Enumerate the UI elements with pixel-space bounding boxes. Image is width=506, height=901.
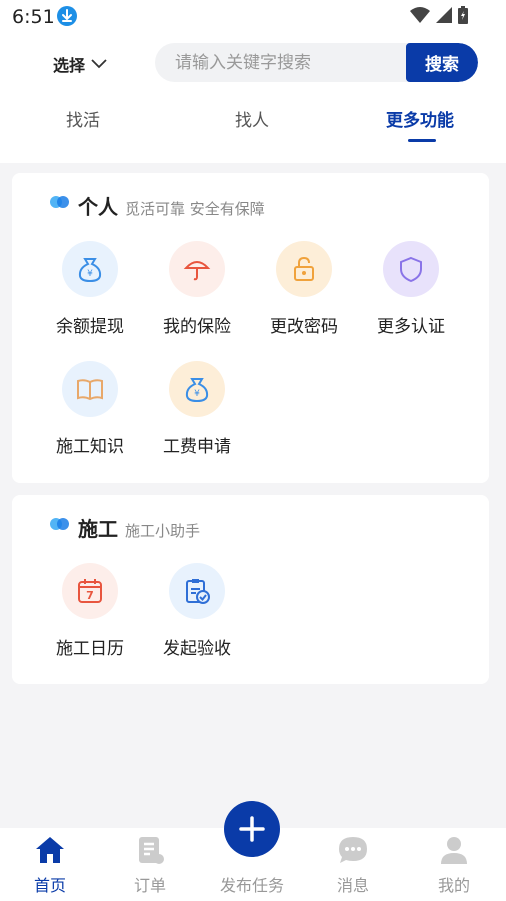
clipboard-check-icon	[169, 563, 225, 619]
battery-icon	[458, 6, 468, 24]
search-box: 搜索	[155, 43, 478, 82]
section-subtitle: 觅活可靠 安全有保障	[125, 200, 265, 218]
grid-item-label: 我的保险	[163, 317, 231, 337]
search-button[interactable]: 搜索	[406, 43, 478, 82]
tabbar-orders[interactable]: 订单	[100, 828, 200, 901]
system-icons	[410, 6, 468, 24]
shield-icon	[383, 241, 439, 297]
book-icon	[62, 361, 118, 417]
status-time: 6:51	[12, 6, 55, 28]
personal-section-card: 个人 觅活可靠 安全有保障 ¥ 余额提现 我的保险 更改密码 更多认证 施工知识…	[12, 173, 489, 483]
publish-task-fab[interactable]	[224, 801, 280, 857]
tabbar-home[interactable]: 首页	[0, 828, 100, 901]
grid-item-initiate-acceptance[interactable]: 发起验收	[152, 563, 242, 659]
select-label: 选择	[53, 56, 86, 75]
grid-item-label: 施工日历	[56, 639, 124, 659]
tab-find-people[interactable]: 找人	[235, 106, 269, 131]
construction-section-header: 施工 施工小助手	[78, 513, 200, 542]
signal-icon	[436, 7, 452, 23]
section-dot-icon	[50, 518, 69, 530]
section-title: 施工	[78, 517, 118, 541]
grid-item-more-certification[interactable]: 更多认证	[366, 241, 456, 337]
chevron-down-icon	[91, 59, 107, 69]
calendar-day-number: 7	[86, 589, 94, 602]
section-dot-icon	[50, 196, 69, 208]
grid-item-label: 施工知识	[56, 437, 124, 457]
order-icon	[139, 837, 164, 864]
download-icon	[57, 6, 77, 26]
tabbar-label: 我的	[437, 876, 470, 895]
status-bar: 6:51	[0, 0, 506, 32]
lock-icon	[276, 241, 332, 297]
money-bag-icon: ¥	[169, 361, 225, 417]
header: 选择 搜索 找活 找人 更多功能	[0, 32, 506, 163]
construction-section-card: 施工 施工小助手 7 施工日历 发起验收	[12, 495, 489, 684]
grid-item-change-password[interactable]: 更改密码	[259, 241, 349, 337]
wifi-icon	[410, 7, 430, 23]
tabbar-label: 首页	[33, 876, 66, 895]
personal-section-header: 个人 觅活可靠 安全有保障	[78, 191, 265, 220]
plus-icon	[239, 816, 265, 842]
select-dropdown[interactable]: 选择	[53, 52, 107, 76]
home-icon	[36, 837, 64, 863]
svg-text:¥: ¥	[194, 389, 200, 399]
tabbar-messages[interactable]: 消息	[303, 828, 403, 901]
grid-item-balance-withdraw[interactable]: ¥ 余额提现	[45, 241, 135, 337]
user-icon	[441, 837, 467, 864]
grid-item-my-insurance[interactable]: 我的保险	[152, 241, 242, 337]
grid-item-labor-fee-apply[interactable]: ¥ 工费申请	[152, 361, 242, 457]
grid-item-label: 发起验收	[163, 639, 231, 659]
search-input[interactable]	[155, 43, 406, 82]
grid-item-construction-calendar[interactable]: 7 施工日历	[45, 563, 135, 659]
grid-item-label: 更改密码	[270, 317, 338, 337]
tabbar-label: 发布任务	[219, 876, 284, 895]
svg-text:¥: ¥	[87, 269, 93, 279]
grid-item-label: 更多认证	[377, 317, 445, 337]
tabbar-label: 消息	[336, 876, 369, 895]
grid-item-construction-knowledge[interactable]: 施工知识	[45, 361, 135, 457]
section-subtitle: 施工小助手	[125, 522, 201, 540]
grid-item-label: 余额提现	[56, 317, 124, 337]
section-title: 个人	[78, 195, 118, 219]
tabbar-label: 订单	[133, 876, 166, 895]
money-bag-icon: ¥	[62, 241, 118, 297]
grid-item-label: 工费申请	[163, 437, 231, 457]
chat-icon	[339, 837, 367, 863]
calendar-icon: 7	[62, 563, 118, 619]
tab-find-work[interactable]: 找活	[66, 106, 100, 131]
tabbar-mine[interactable]: 我的	[404, 828, 504, 901]
umbrella-icon	[169, 241, 225, 297]
tab-more-functions[interactable]: 更多功能	[386, 106, 454, 131]
active-tab-indicator	[408, 139, 436, 142]
